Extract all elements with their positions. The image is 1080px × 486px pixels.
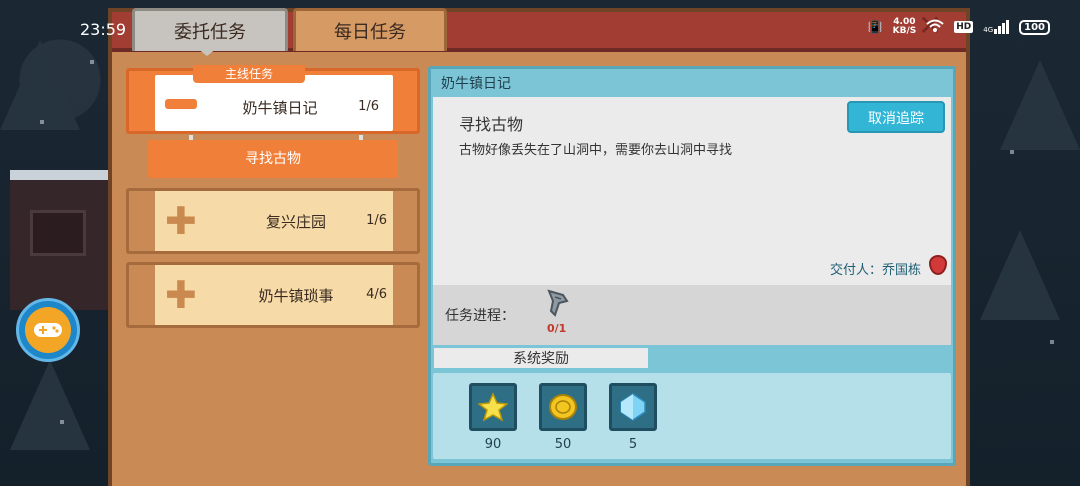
- progress-count: 0/1: [547, 322, 567, 335]
- blue-gem-icon: [620, 393, 646, 421]
- reward-slot[interactable]: [539, 383, 587, 431]
- cancel-tracking-button[interactable]: 取消追踪: [847, 101, 945, 133]
- gamepad-float-button[interactable]: [16, 298, 80, 362]
- detail-title: 奶牛镇日记: [441, 76, 511, 92]
- system-reward-tab[interactable]: 系统奖励: [431, 345, 651, 371]
- reward-value: 50: [554, 437, 572, 452]
- reward-area: 90 50 5: [433, 373, 951, 459]
- wifi-icon: [926, 19, 944, 36]
- pine-tree: [0, 40, 80, 130]
- battery-indicator: 100: [1019, 19, 1050, 35]
- active-tab-pointer: [197, 48, 217, 56]
- star-icon: [478, 392, 508, 422]
- network-speed: 4.00 KB/S: [893, 18, 917, 36]
- gamepad-icon: [25, 307, 71, 353]
- vibrate-icon: 📳: [867, 20, 883, 34]
- speed-unit: KB/S: [892, 26, 917, 36]
- quest-name: 复兴庄园: [265, 213, 326, 231]
- main-quest-item[interactable]: 奶牛镇日记 1/6 主线任务: [126, 65, 420, 151]
- expand-plus-icon: ✚: [165, 199, 197, 243]
- house-window: [30, 210, 86, 256]
- hd-badge: HD: [954, 21, 974, 33]
- location-pin-icon[interactable]: [929, 255, 947, 275]
- sub-task-item[interactable]: 寻找古物: [148, 140, 398, 178]
- quest-progress: 4/6: [366, 287, 387, 302]
- main-quest-tag: 主线任务: [193, 65, 305, 83]
- detail-body: 寻找古物 古物好像丢失在了山洞中，需要你去山洞中寻找 取消追踪 交付人：乔国栋: [433, 97, 951, 285]
- quest-progress: 1/6: [366, 213, 387, 228]
- tab-daily-tasks[interactable]: 每日任务: [293, 8, 447, 51]
- quest-item-revive-farm[interactable]: ✚ 复兴庄园 1/6: [126, 188, 420, 254]
- expand-plus-icon: ✚: [165, 273, 197, 317]
- signal-icon: 4G: [983, 20, 1010, 34]
- gold-coin-icon: [549, 394, 577, 420]
- main-quest-name: 奶牛镇日记: [242, 99, 318, 117]
- pine-tree: [10, 360, 90, 450]
- collapse-icon: [165, 99, 197, 109]
- task-name: 寻找古物: [459, 115, 524, 134]
- quest-giver: 交付人：乔国栋: [829, 263, 921, 278]
- quest-list: 奶牛镇日记 1/6 主线任务 寻找古物 ✚ 复兴庄园 1/6 ✚ 奶牛镇琐事 4…: [126, 65, 420, 328]
- quest-detail-panel: 奶牛镇日记 寻找古物 古物好像丢失在了山洞中，需要你去山洞中寻找 取消追踪 交付…: [428, 66, 956, 466]
- tab-commission-tasks[interactable]: 委托任务: [132, 8, 288, 51]
- quest-item-town-chores[interactable]: ✚ 奶牛镇琐事 4/6: [126, 262, 420, 328]
- status-icons: 📳 4.00 KB/S HD 4G 100: [868, 18, 1050, 36]
- quest-name: 奶牛镇琐事: [258, 287, 334, 305]
- reward-value: 5: [628, 437, 638, 452]
- reward-slot[interactable]: [609, 383, 657, 431]
- main-quest-card: 奶牛镇日记 1/6: [155, 75, 393, 131]
- progress-label: 任务进程：: [445, 308, 515, 324]
- pine-tree: [980, 230, 1060, 320]
- network-type: 4G: [983, 26, 994, 34]
- task-description: 古物好像丢失在了山洞中，需要你去山洞中寻找: [459, 143, 733, 158]
- reward-value: 90: [484, 437, 502, 452]
- pine-tree: [1000, 60, 1080, 150]
- artifact-fossil-icon: [545, 289, 569, 317]
- clock: 23:59: [80, 20, 127, 39]
- main-quest-progress: 1/6: [358, 99, 379, 114]
- progress-row: 任务进程： 0/1: [433, 285, 951, 345]
- reward-slot[interactable]: [469, 383, 517, 431]
